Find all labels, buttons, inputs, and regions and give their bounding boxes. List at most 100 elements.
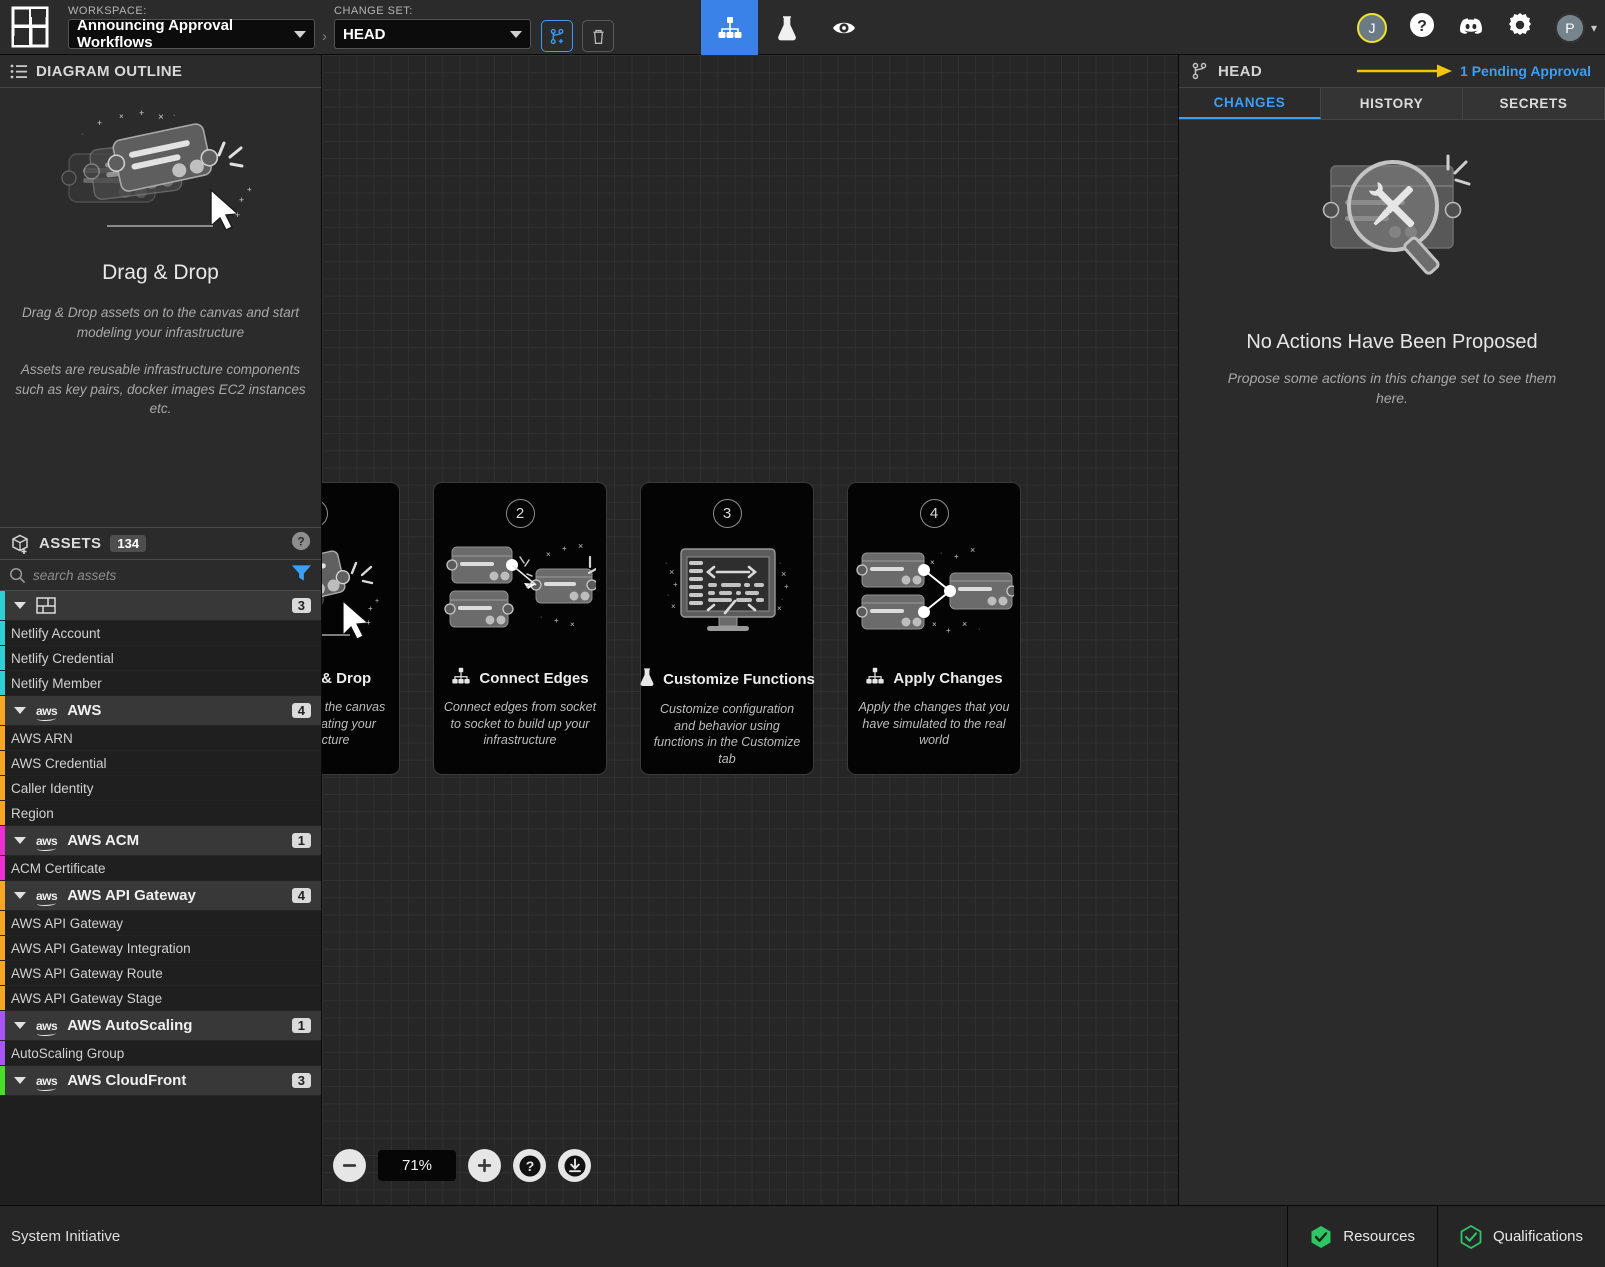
workspace-select[interactable]: Announcing Approval Workflows [68, 17, 315, 51]
drag-drop-illustration: + × + × · · + + + [8, 108, 313, 243]
group-color-bar [0, 801, 5, 826]
branch-plus-icon [550, 28, 563, 44]
changeset-select[interactable]: HEAD [334, 19, 531, 49]
workspace-label: WORKSPACE: [68, 5, 147, 17]
si-logo[interactable] [0, 0, 60, 55]
asset-list-item[interactable]: Caller Identity [0, 776, 321, 802]
canvas-zoom-controls: 71% ? [333, 1149, 591, 1182]
chevron-down-icon[interactable] [14, 892, 26, 900]
chevron-down-icon[interactable] [14, 837, 26, 845]
asset-group-header[interactable]: aws AWS API Gateway 4 [0, 881, 321, 912]
onboarding-card[interactable]: 4 × · + × × + × · Apply Changes Apply the changes … [847, 482, 1021, 775]
qualifications-status[interactable]: Qualifications [1436, 1205, 1605, 1267]
pending-approval-label[interactable]: 1 Pending Approval [1460, 63, 1591, 79]
card-step-number: 1 [322, 499, 328, 528]
svg-text:×: × [570, 620, 575, 629]
asset-list-item[interactable]: AWS API Gateway [0, 911, 321, 937]
asset-group-header[interactable]: 3 [0, 591, 321, 622]
qualifications-label: Qualifications [1492, 1228, 1583, 1245]
asset-name: AWS Credential [11, 755, 107, 771]
drag-drop-title: Drag & Drop [102, 261, 219, 284]
zoom-out-button[interactable] [333, 1149, 366, 1182]
chevron-down-icon[interactable] [14, 602, 26, 610]
onboarding-card[interactable]: 2 × + × + × · Connect Edges Connect edges from s… [433, 482, 607, 775]
asset-name: AutoScaling Group [11, 1045, 125, 1061]
card-title: Apply Changes [893, 670, 1003, 687]
zoom-level-value[interactable]: 71% [378, 1150, 456, 1181]
card-illustration: +×+×+++ [322, 532, 388, 657]
svg-text:×: × [962, 619, 967, 629]
group-color-bar [0, 751, 5, 776]
asset-list-item[interactable]: Netlify Member [0, 671, 321, 697]
asset-group-header[interactable]: aws AWS CloudFront 3 [0, 1066, 321, 1097]
onboarding-card[interactable]: 3 · × + · × · × + · × Customize Functions Customize … [639, 482, 815, 775]
workspace-field: WORKSPACE: Announcing Approval Workflows [68, 0, 315, 55]
card-illustration: × + × + × · [444, 532, 596, 657]
resources-label: Resources [1343, 1228, 1415, 1245]
tab-changes[interactable]: CHANGES [1179, 88, 1321, 119]
changeset-status-header: HEAD 1 Pending Approval [1179, 55, 1605, 88]
minus-icon [342, 1164, 357, 1167]
onboarding-card[interactable]: 1 +×+×+++ Drag & Drop Drag assets to the ca… [322, 482, 400, 775]
assets-header: ASSETS 134 ? [0, 527, 321, 561]
svg-text:+: + [366, 618, 371, 627]
svg-text:+: + [946, 626, 951, 635]
asset-group-list[interactable]: 3 Netlify Account Netlify Credential Netlif… [0, 591, 321, 1205]
asset-cube-icon [12, 534, 28, 554]
asset-list-item[interactable]: Region [0, 801, 321, 827]
onboarding-cards: 1+×+×+++Drag & DropDrag assets to the ca… [322, 482, 1021, 775]
search-input[interactable] [33, 567, 284, 583]
aws-icon: aws [36, 833, 58, 851]
asset-name: ACM Certificate [11, 860, 106, 876]
tab-history[interactable]: HISTORY [1321, 88, 1463, 119]
diagram-canvas[interactable]: 1+×+×+++Drag & DropDrag assets to the ca… [322, 55, 1178, 1205]
svg-text:+: + [247, 185, 252, 194]
filter-icon[interactable] [291, 563, 312, 588]
asset-group-header[interactable]: aws AWS AutoScaling 1 [0, 1011, 321, 1042]
asset-list-item[interactable]: AutoScaling Group [0, 1041, 321, 1067]
chevron-down-icon[interactable]: ▾ [1591, 21, 1597, 35]
resources-status[interactable]: Resources [1287, 1205, 1437, 1267]
chevron-down-icon[interactable] [14, 1022, 26, 1030]
avatar-collaborator[interactable]: J [1356, 12, 1387, 43]
help-icon[interactable]: ? [1409, 12, 1435, 43]
canvas-download-button[interactable] [558, 1149, 591, 1182]
asset-search-row [0, 560, 321, 592]
delete-change-set-button[interactable] [582, 20, 614, 52]
svg-text:×: × [671, 602, 676, 611]
svg-text:×: × [781, 569, 786, 579]
gear-icon[interactable] [1507, 12, 1533, 43]
avatar-user[interactable]: P [1554, 12, 1585, 43]
asset-list-item[interactable]: AWS API Gateway Route [0, 961, 321, 987]
asset-list-item[interactable]: AWS API Gateway Stage [0, 986, 321, 1012]
group-color-bar [0, 826, 5, 856]
help-icon[interactable]: ? [291, 531, 311, 556]
zoom-in-button[interactable] [468, 1149, 501, 1182]
tab-diagram[interactable] [701, 0, 758, 55]
asset-group-header[interactable]: aws AWS 4 [0, 696, 321, 727]
lab-icon [639, 667, 655, 692]
asset-list-item[interactable]: Netlify Credential [0, 646, 321, 672]
diagram-outline-header: DIAGRAM OUTLINE [0, 55, 321, 88]
canvas-help-button[interactable]: ? [513, 1149, 546, 1182]
chevron-down-icon[interactable] [14, 1077, 26, 1085]
asset-list-item[interactable]: Netlify Account [0, 621, 321, 647]
chevron-down-icon[interactable] [14, 707, 26, 715]
asset-group-header[interactable]: aws AWS ACM 1 [0, 826, 321, 857]
drag-drop-desc-1: Drag & Drop assets on to the canvas and … [22, 305, 299, 340]
asset-group-count: 1 [291, 1018, 311, 1034]
card-title-row: Customize Functions [639, 667, 815, 692]
svg-text:+: + [368, 604, 373, 613]
discord-icon[interactable] [1457, 14, 1485, 41]
tab-lab[interactable] [758, 0, 815, 55]
create-change-set-button[interactable] [541, 20, 573, 52]
asset-list-item[interactable]: AWS API Gateway Integration [0, 936, 321, 962]
asset-list-item[interactable]: AWS Credential [0, 751, 321, 777]
svg-text:+: + [954, 552, 959, 561]
svg-text:+: + [239, 195, 244, 205]
tab-view[interactable] [815, 0, 872, 55]
asset-list-item[interactable]: AWS ARN [0, 726, 321, 752]
asset-list-item[interactable]: ACM Certificate [0, 856, 321, 882]
diagram-outline-empty-state: + × + × · · + + + Drag & Drop Drag & Drop as… [0, 88, 321, 527]
tab-secrets[interactable]: SECRETS [1463, 88, 1605, 119]
